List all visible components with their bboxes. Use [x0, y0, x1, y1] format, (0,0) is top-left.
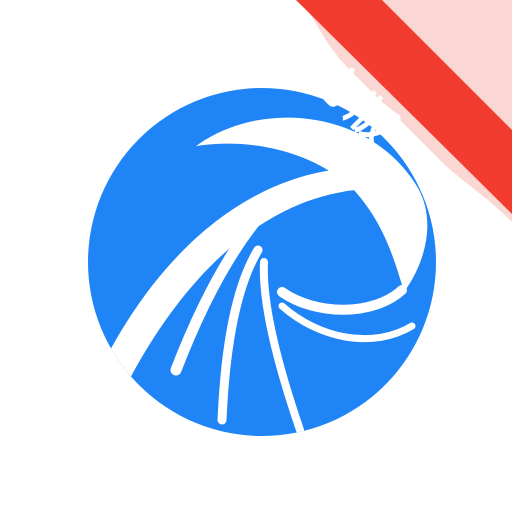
app-icon: 官方版 — [0, 0, 512, 512]
official-version-corner-badge — [296, 0, 512, 222]
